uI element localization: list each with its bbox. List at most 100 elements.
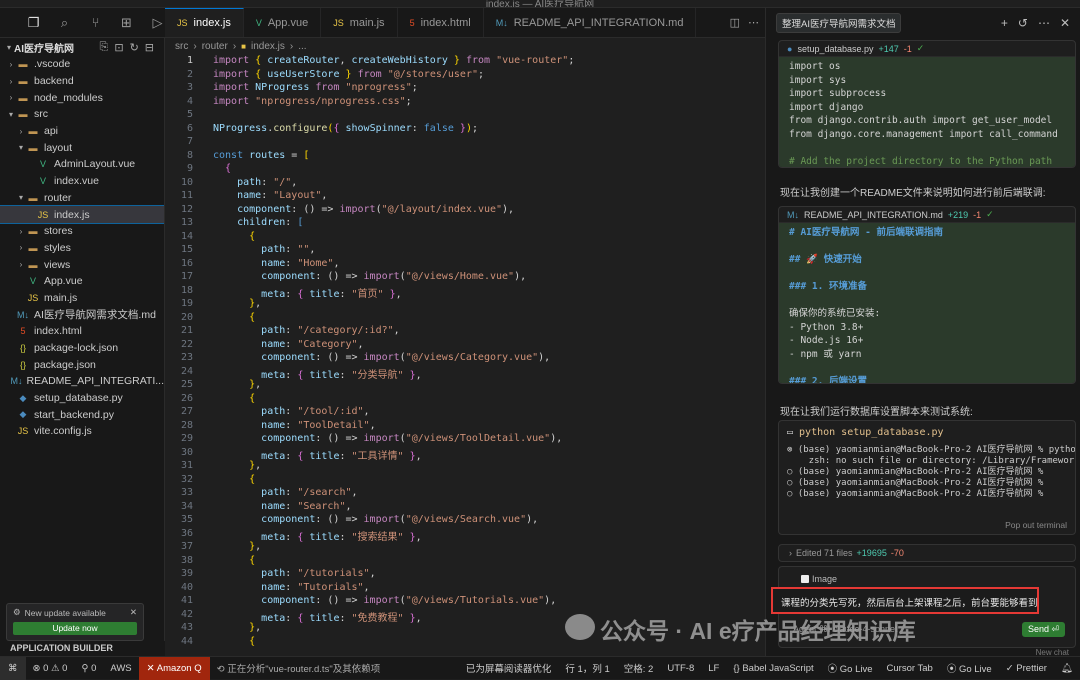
history-icon[interactable]: ↺: [1018, 16, 1028, 30]
run-debug-icon[interactable]: ▷: [150, 15, 165, 31]
tree-folder[interactable]: › ▬ stores: [0, 223, 164, 240]
code-line[interactable]: 12 component: () => import("@/layout/ind…: [165, 204, 765, 218]
code-editor[interactable]: 1 import { createRouter, createWebHistory…: [165, 55, 765, 656]
code-line[interactable]: 19 },: [165, 298, 765, 312]
ports-indicator[interactable]: ⚲ 0: [74, 663, 103, 674]
tree-file[interactable]: {} package.json: [0, 356, 164, 373]
code-line[interactable]: 15 path: "",: [165, 244, 765, 258]
code-line[interactable]: 3 import NProgress from "nprogress";: [165, 82, 765, 96]
refresh-icon[interactable]: ↻: [130, 41, 139, 54]
plus-icon[interactable]: +: [1001, 16, 1008, 30]
explorer-icon[interactable]: ❐: [26, 15, 41, 31]
tree-file[interactable]: V App.vue: [0, 273, 164, 290]
edited-files-summary[interactable]: › Edited 71 files +19695 -70: [778, 544, 1076, 562]
code-line[interactable]: 6 NProgress.configure({ showSpinner: fals…: [165, 123, 765, 137]
code-line[interactable]: 35 component: () => import("@/views/Sear…: [165, 514, 765, 528]
tree-file[interactable]: JS index.js: [0, 205, 164, 224]
editor-tab[interactable]: M↓ README_API_INTEGRATION.md: [484, 8, 697, 37]
tree-file[interactable]: M↓ README_API_INTEGRATI...: [0, 373, 165, 390]
code-line[interactable]: 1 import { createRouter, createWebHistory…: [165, 55, 765, 69]
send-button[interactable]: Send ⏎: [1021, 622, 1065, 637]
tree-file[interactable]: M↓ AI医疗导航网需求文档.md: [0, 306, 164, 323]
tree-folder[interactable]: › ▬ views: [0, 256, 164, 273]
breadcrumb-router[interactable]: router: [202, 41, 228, 52]
breadcrumb-file[interactable]: index.js: [251, 41, 285, 52]
problems-indicator[interactable]: ⊗ 0 ⚠ 0: [26, 663, 75, 674]
amazon-q-indicator[interactable]: ✕ Amazon Q: [138, 656, 210, 680]
file-diff-card[interactable]: M↓ README_API_INTEGRATION.md +219 -1 ✓ #…: [778, 206, 1076, 384]
split-editor-icon[interactable]: ◫: [730, 16, 740, 29]
code-line[interactable]: 11 name: "Layout",: [165, 190, 765, 204]
remote-indicator[interactable]: ⌘: [0, 656, 26, 680]
go-live-button[interactable]: ⦿ Go Live: [940, 661, 999, 675]
tree-file[interactable]: JS main.js: [0, 290, 164, 307]
code-line[interactable]: 22 name: "Category",: [165, 339, 765, 353]
code-line[interactable]: 27 path: "/tool/:id",: [165, 406, 765, 420]
tree-folder[interactable]: › ▬ node_modules: [0, 89, 164, 106]
language-mode[interactable]: {} Babel JavaScript: [726, 663, 820, 674]
editor-tab[interactable]: V App.vue: [244, 8, 322, 37]
tree-file[interactable]: 5 index.html: [0, 323, 164, 340]
code-line[interactable]: 5: [165, 109, 765, 123]
code-line[interactable]: 28 name: "ToolDetail",: [165, 420, 765, 434]
code-line[interactable]: 38 {: [165, 555, 765, 569]
breadcrumb-src[interactable]: src: [175, 41, 188, 52]
image-attach[interactable]: Image: [801, 574, 837, 584]
code-line[interactable]: 40 name: "Tutorials",: [165, 582, 765, 596]
tree-folder[interactable]: › ▬ .vscode: [0, 56, 164, 73]
cursor-position[interactable]: 行 1，列 1: [558, 661, 616, 675]
cursor-tab-status[interactable]: Cursor Tab: [880, 663, 940, 674]
code-line[interactable]: 21 path: "/category/:id?",: [165, 325, 765, 339]
line-ending[interactable]: LF: [701, 663, 726, 674]
tree-folder[interactable]: ▾ ▬ layout: [0, 139, 164, 156]
code-line[interactable]: 4 import "nprogress/nprogress.css";: [165, 96, 765, 110]
tree-file[interactable]: ◆ setup_database.py: [0, 390, 164, 407]
application-builder-section[interactable]: APPLICATION BUILDER: [0, 641, 165, 656]
new-file-icon[interactable]: ⎘: [100, 41, 109, 54]
tree-file[interactable]: ◆ start_backend.py: [0, 406, 164, 423]
code-line[interactable]: 29 component: () => import("@/views/Tool…: [165, 433, 765, 447]
tree-file[interactable]: V AdminLayout.vue: [0, 156, 164, 173]
tree-folder[interactable]: › ▬ backend: [0, 73, 164, 90]
tree-folder[interactable]: ▾ ▬ router: [0, 190, 164, 207]
code-line[interactable]: 16 name: "Home",: [165, 258, 765, 272]
code-line[interactable]: 26 {: [165, 393, 765, 407]
close-icon[interactable]: ✕: [130, 607, 137, 618]
prettier-status[interactable]: ✓ Prettier: [999, 663, 1054, 674]
more-icon[interactable]: ⋯: [1038, 16, 1050, 30]
code-line[interactable]: 24 meta: { title: "分类导航" },: [165, 366, 765, 381]
code-line[interactable]: 32 {: [165, 474, 765, 488]
editor-tab[interactable]: 5 index.html: [398, 8, 484, 37]
code-line[interactable]: 34 name: "Search",: [165, 501, 765, 515]
update-now-button[interactable]: Update now: [13, 622, 137, 635]
code-line[interactable]: 9 {: [165, 163, 765, 177]
tree-file[interactable]: Vindex.vue: [0, 173, 164, 190]
editor-tab[interactable]: JS index.js: [165, 8, 244, 37]
file-diff-card[interactable]: ● setup_database.py +147 -1 ✓ import os i…: [778, 40, 1076, 168]
tree-file[interactable]: JS vite.config.js: [0, 423, 164, 440]
tree-folder[interactable]: › ▬ api: [0, 123, 164, 140]
search-icon[interactable]: ⌕: [57, 15, 72, 31]
breadcrumb-more[interactable]: ...: [298, 41, 306, 52]
code-line[interactable]: 37 },: [165, 541, 765, 555]
code-line[interactable]: 31 },: [165, 460, 765, 474]
go-live-button[interactable]: ⦿ Go Live: [821, 661, 880, 675]
editor-tab[interactable]: JS main.js: [321, 8, 398, 37]
new-folder-icon[interactable]: ⊡: [114, 41, 123, 54]
code-line[interactable]: 7: [165, 136, 765, 150]
code-line[interactable]: 8 const routes = [: [165, 150, 765, 164]
collapse-all-icon[interactable]: ⊟: [145, 41, 154, 54]
code-line[interactable]: 2 import { useUserStore } from "@/stores/…: [165, 69, 765, 83]
bell-icon[interactable]: 🔔︎: [1054, 663, 1080, 674]
code-line[interactable]: 17 component: () => import("@/views/Home…: [165, 271, 765, 285]
aws-indicator[interactable]: AWS: [103, 663, 138, 674]
new-chat-link[interactable]: New chat: [1036, 648, 1069, 656]
screen-reader-status[interactable]: 已为屏幕阅读器优化: [459, 661, 559, 675]
pop-out-terminal-button[interactable]: Pop out terminal: [1005, 520, 1067, 530]
more-actions-icon[interactable]: ⋯: [748, 16, 759, 29]
code-line[interactable]: 39 path: "/tutorials",: [165, 568, 765, 582]
close-icon[interactable]: ✕: [1060, 16, 1070, 30]
source-control-icon[interactable]: ⑂: [88, 15, 103, 30]
image-checkbox[interactable]: [801, 575, 809, 583]
tree-folder[interactable]: › ▬ styles: [0, 240, 164, 257]
